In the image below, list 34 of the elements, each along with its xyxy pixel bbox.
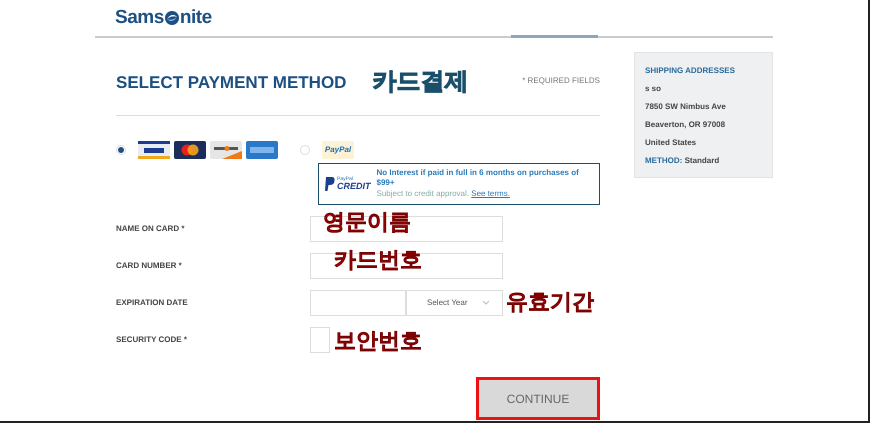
shipping-heading: SHIPPING ADDRESSES [645, 65, 736, 77]
security-code-input[interactable] [310, 326, 330, 352]
address-line: United States [645, 137, 698, 149]
continue-button[interactable]: CONTINUE [476, 377, 600, 420]
credit-headline: No Interest if paid in full in 6 months on purchases of $99+ [376, 168, 580, 188]
year-select[interactable]: Select Year [406, 290, 503, 316]
required-note: * REQUIRED FIELDS [522, 74, 600, 86]
field-label: SECURITY CODE * [116, 334, 188, 346]
field-label: CARD NUMBER * [116, 260, 183, 272]
field-annotation: 카드번호 [334, 246, 422, 274]
discover-card-icon [210, 141, 242, 159]
field-annotation: 유효기간 [506, 288, 594, 316]
field-label: EXPIRATION DATE [116, 296, 189, 308]
title-annotation: 카드결제 [372, 66, 468, 96]
address-line: s so [645, 83, 662, 95]
payment-radio[interactable] [300, 145, 310, 155]
shipping-method: METHOD: Standard [645, 155, 720, 167]
logo-swirl-icon [164, 10, 180, 26]
visa-card-icon [138, 141, 170, 159]
paypal-logo: PayPal [322, 141, 354, 159]
field-annotation: 영문이름 [323, 208, 411, 236]
paypal-p-icon [325, 177, 335, 191]
field-annotation: 보안번호 [334, 327, 422, 355]
credit-note: Subject to credit approval. See terms. [376, 188, 511, 200]
address-line: Beaverton, OR 97008 [645, 119, 726, 131]
samsonite-logo[interactable]: Sams nite [115, 4, 212, 32]
amex-card-icon [246, 141, 278, 159]
chevron-down-icon [483, 300, 490, 304]
address-line: 7850 SW Nimbus Ave [645, 101, 727, 113]
payment-radio[interactable] [116, 145, 126, 155]
see-terms-link[interactable]: See terms. [471, 189, 510, 198]
mastercard-icon [174, 141, 206, 159]
field-label: NAME ON CARD * [116, 222, 186, 234]
page-title: SELECT PAYMENT METHOD [116, 72, 346, 94]
